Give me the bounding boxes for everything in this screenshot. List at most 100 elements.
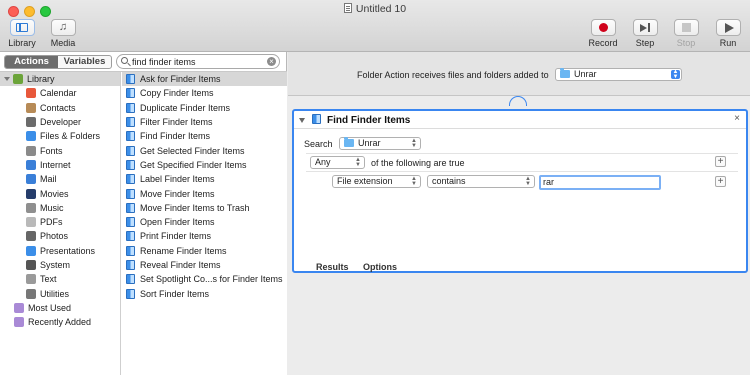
- results-tab[interactable]: Results: [316, 262, 349, 272]
- stop-button-label: Stop: [676, 38, 696, 48]
- action-list-item[interactable]: Rename Finder Items: [122, 244, 287, 258]
- library-item[interactable]: Most Used: [0, 301, 120, 315]
- add-criterion-button[interactable]: +: [715, 156, 726, 167]
- action-list-item[interactable]: Duplicate Finder Items: [122, 101, 287, 115]
- action-list-item-label: Reveal Finder Items: [140, 260, 221, 270]
- tab-variables[interactable]: Variables: [58, 56, 111, 68]
- run-button[interactable]: Run: [711, 19, 745, 48]
- library-button-label: Library: [8, 38, 36, 48]
- finder-icon: [126, 74, 135, 85]
- add-subcriterion-button[interactable]: +: [715, 176, 726, 187]
- folder-action-label: Folder Action receives files and folders…: [357, 70, 549, 80]
- library-item[interactable]: System: [0, 258, 120, 272]
- action-list-item[interactable]: Find Finder Items: [122, 129, 287, 143]
- action-list-item[interactable]: Ask for Finder Items: [122, 72, 287, 87]
- options-tab[interactable]: Options: [363, 262, 397, 272]
- action-list-item[interactable]: Move Finder Items: [122, 186, 287, 200]
- library-item[interactable]: Presentations: [0, 244, 120, 258]
- library-item[interactable]: Calendar: [0, 86, 120, 100]
- library-root-item[interactable]: Library: [0, 72, 120, 87]
- library-item[interactable]: Mail: [0, 172, 120, 186]
- action-footer-tabs: Results Options: [316, 262, 409, 272]
- media-button[interactable]: ♫ Media: [46, 19, 80, 48]
- action-list-item[interactable]: Open Finder Items: [122, 215, 287, 229]
- workflow-header: Folder Action receives files and folders…: [288, 52, 750, 96]
- utilities-icon: [26, 288, 36, 299]
- action-list-item[interactable]: Reveal Finder Items: [122, 258, 287, 272]
- actions-list: Ask for Finder Items Copy Finder Items Dup…: [122, 72, 287, 375]
- match-description: of the following are true: [371, 158, 465, 168]
- action-list-item[interactable]: Sort Finder Items: [122, 286, 287, 300]
- action-list-item-label: Find Finder Items: [140, 131, 211, 142]
- finder-icon: [126, 131, 135, 142]
- action-list-item[interactable]: Copy Finder Items: [122, 86, 287, 100]
- library-item-label: PDFs: [40, 217, 63, 228]
- system-icon: [26, 260, 36, 270]
- folder-icon: [560, 68, 570, 78]
- library-item-label: Internet: [40, 159, 71, 170]
- record-icon: [598, 23, 608, 32]
- folder-icon: [344, 137, 354, 147]
- library-item-label: Library: [27, 74, 55, 85]
- library-item-label: Calendar: [40, 88, 77, 99]
- match-mode-popup[interactable]: Any ▲ ▼: [310, 156, 365, 169]
- action-list-item[interactable]: Get Specified Finder Items: [122, 158, 287, 172]
- action-list-item[interactable]: Get Selected Finder Items: [122, 143, 287, 157]
- finder-icon: [26, 131, 36, 142]
- folder-action-target-popup[interactable]: Unrar ▲ ▼: [555, 68, 682, 81]
- finder-icon: [126, 217, 135, 228]
- library-item[interactable]: Internet: [0, 158, 120, 172]
- search-field[interactable]: ×: [116, 54, 280, 69]
- popup-arrows-icon: ▲ ▼: [355, 157, 361, 168]
- stop-button[interactable]: Stop: [669, 19, 703, 48]
- calendar-icon: [26, 88, 36, 99]
- library-item[interactable]: Movies: [0, 186, 120, 200]
- disclosure-triangle-icon[interactable]: [4, 77, 10, 82]
- action-list-item[interactable]: Set Spotlight Co...s for Finder Items: [122, 272, 287, 286]
- smart-folder-icon: [14, 317, 24, 328]
- library-item[interactable]: Fonts: [0, 143, 120, 157]
- criterion-operator-popup[interactable]: contains ▲ ▼: [427, 175, 535, 188]
- finder-icon: [126, 159, 135, 170]
- tab-actions[interactable]: Actions: [5, 56, 58, 68]
- search-input[interactable]: [132, 56, 260, 68]
- library-button[interactable]: Library: [5, 19, 39, 48]
- library-item[interactable]: Developer: [0, 115, 120, 129]
- library-item-label: Text: [40, 274, 57, 285]
- action-title: Find Finder Items: [327, 115, 411, 126]
- clear-search-icon[interactable]: ×: [267, 57, 276, 66]
- criteria-divider: [306, 153, 738, 154]
- remove-action-button[interactable]: ×: [734, 113, 740, 124]
- library-item[interactable]: PDFs: [0, 215, 120, 229]
- step-button[interactable]: Step: [628, 19, 662, 48]
- action-list-item[interactable]: Print Finder Items: [122, 229, 287, 243]
- criterion-operator-text: contains: [432, 176, 466, 186]
- library-item-label: Fonts: [40, 145, 63, 156]
- library-item-label: Files & Folders: [40, 131, 101, 142]
- finder-icon: [126, 274, 135, 285]
- library-item[interactable]: Contacts: [0, 101, 120, 115]
- library-item-label: System: [40, 260, 71, 270]
- search-location-popup[interactable]: Unrar ▲ ▼: [339, 137, 421, 150]
- action-list-item-label: Set Spotlight Co...s for Finder Items: [140, 274, 283, 285]
- action-list-item[interactable]: Filter Finder Items: [122, 115, 287, 129]
- action-list-item[interactable]: Label Finder Items: [122, 172, 287, 186]
- criterion-field-text: File extension: [337, 176, 393, 186]
- collapse-triangle-icon[interactable]: [299, 118, 305, 123]
- library-item[interactable]: Files & Folders: [0, 129, 120, 143]
- library-item-label: Recently Added: [28, 317, 92, 328]
- search-location-text: Unrar: [358, 138, 381, 148]
- contacts-icon: [26, 102, 36, 113]
- library-item[interactable]: Utilities: [0, 286, 120, 300]
- library-item[interactable]: Photos: [0, 229, 120, 243]
- criterion-field-popup[interactable]: File extension ▲ ▼: [332, 175, 421, 188]
- action-list-item[interactable]: Move Finder Items to Trash: [122, 201, 287, 215]
- action-list-item-label: Open Finder Items: [140, 217, 215, 228]
- search-icon: [121, 57, 128, 64]
- music-note-icon: ♫: [58, 21, 68, 33]
- library-item[interactable]: Recently Added: [0, 315, 120, 329]
- library-item[interactable]: Music: [0, 201, 120, 215]
- criterion-value-input[interactable]: rar: [539, 175, 661, 190]
- library-item[interactable]: Text: [0, 272, 120, 286]
- record-button[interactable]: Record: [586, 19, 620, 48]
